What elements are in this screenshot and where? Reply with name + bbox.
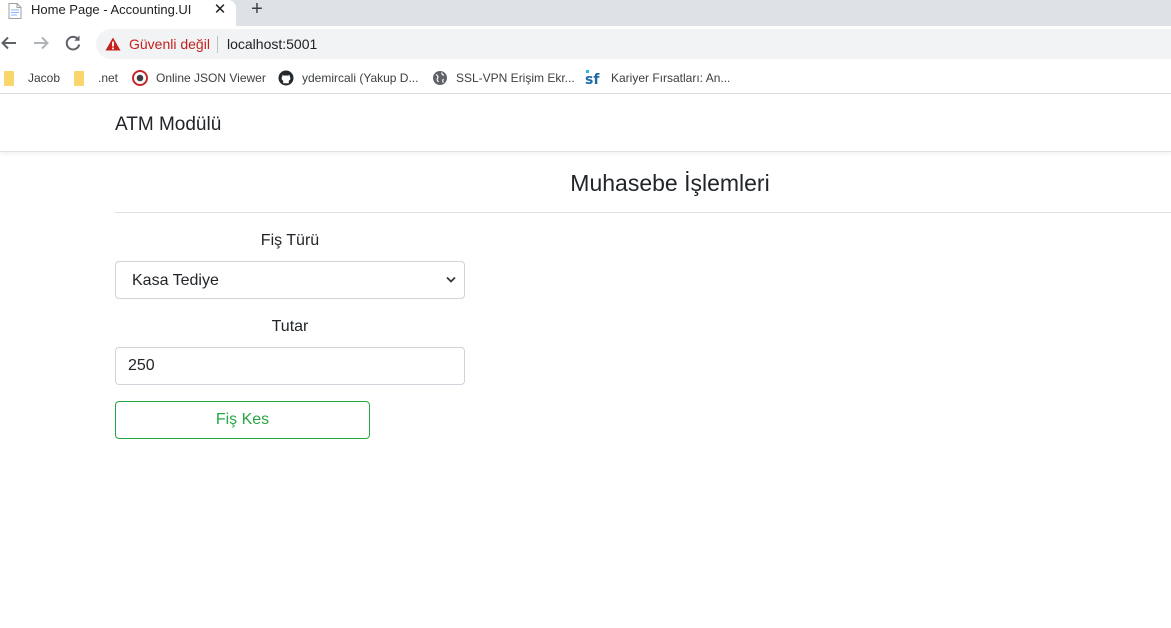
bookmark-label: Jacob (28, 71, 61, 85)
bookmark-label: Online JSON Viewer (156, 71, 266, 85)
bookmark-net[interactable]: .net (74, 68, 118, 88)
bookmark-kariyer[interactable]: sf Kariyer Fırsatları: An... (585, 68, 730, 88)
arrow-right-icon[interactable] (31, 33, 51, 53)
bookmarks-bar: Jacob .net Online JSON Viewer ydemircali… (0, 62, 1171, 94)
heading-divider (115, 212, 1171, 213)
bookmark-label: .net (98, 71, 119, 85)
browser-tab-strip: Home Page - Accounting.UI ✕ + (0, 0, 1171, 26)
url-text[interactable]: localhost:5001 (227, 36, 317, 52)
amount-label: Tutar (271, 318, 309, 335)
globe-icon (433, 71, 447, 85)
folder-icon (4, 70, 14, 86)
browser-toolbar: Güvenli değil localhost:5001 (0, 26, 1171, 62)
bookmark-label: SSL-VPN Erişim Ekr... (456, 71, 575, 85)
bookmark-ssl-vpn[interactable]: SSL-VPN Erişim Ekr... (432, 68, 575, 88)
voucher-type-selected-value: Kasa Tediye (132, 272, 219, 289)
tab-title: Home Page - Accounting.UI (31, 2, 192, 17)
reload-icon[interactable] (63, 33, 83, 53)
site-navbar: ATM Modülü (0, 95, 1171, 152)
json-viewer-icon (132, 70, 148, 86)
voucher-type-select[interactable]: Kasa Tediye (115, 261, 465, 299)
bookmark-label: Kariyer Fırsatları: An... (611, 71, 731, 85)
svg-text:sf: sf (585, 72, 600, 87)
folder-icon (74, 70, 84, 86)
issue-voucher-button[interactable]: Fiş Kes (115, 401, 370, 439)
browser-tab[interactable]: Home Page - Accounting.UI ✕ (0, 0, 236, 26)
document-favicon-icon (8, 3, 22, 19)
github-icon (278, 70, 294, 86)
navbar-brand[interactable]: ATM Modülü (115, 114, 221, 136)
security-status-label[interactable]: Güvenli değil (129, 36, 210, 52)
new-tab-icon[interactable]: + (246, 0, 268, 20)
bookmark-github[interactable]: ydemircali (Yakup D... (278, 68, 418, 88)
warning-triangle-icon (105, 37, 121, 51)
sf-logo-icon: sf (585, 70, 600, 87)
address-bar[interactable]: Güvenli değil localhost:5001 (96, 29, 1171, 59)
chevron-down-icon (446, 276, 456, 283)
address-divider (217, 36, 218, 53)
bookmark-jacob[interactable]: Jacob (4, 68, 60, 88)
voucher-type-label: Fiş Türü (260, 232, 320, 249)
bookmark-label: ydemircali (Yakup D... (302, 71, 419, 85)
tab-close-icon[interactable]: ✕ (212, 1, 228, 19)
page-title: Muhasebe İşlemleri (570, 170, 770, 196)
amount-input[interactable] (115, 347, 465, 385)
bookmark-online-json-viewer[interactable]: Online JSON Viewer (132, 68, 266, 88)
arrow-left-icon[interactable] (0, 33, 20, 53)
